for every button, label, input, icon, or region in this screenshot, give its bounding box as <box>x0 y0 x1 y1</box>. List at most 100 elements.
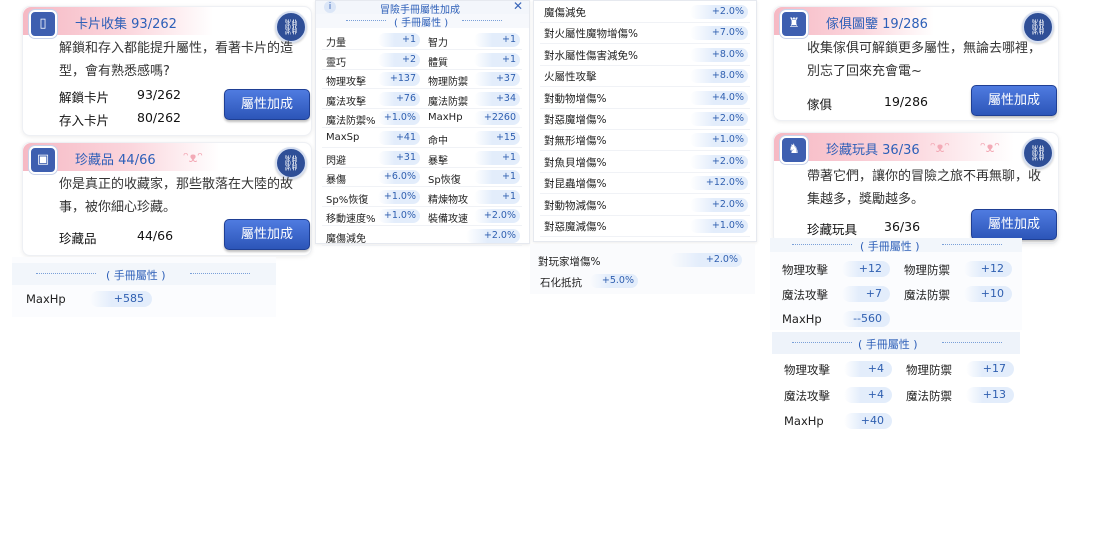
attr-label: Sp%恢復 <box>326 194 369 206</box>
attr-label: 對水屬性傷害減免% <box>544 49 638 62</box>
attr-value: +2 <box>378 52 420 67</box>
attr-value: +15 <box>474 131 520 145</box>
toys-desc: 帶著它們，讓你的冒險之旅不再無聊，收 集越多，獎勵越多。 <box>807 169 1042 207</box>
attr-label: MaxHp <box>784 414 824 428</box>
attr-value: +2.0% <box>474 209 520 224</box>
attr-value: +12.0% <box>690 176 748 191</box>
attr-value: +8.0% <box>690 47 748 62</box>
attr-value: +1.0% <box>690 219 748 233</box>
list-item: 對魚貝增傷% +2.0% <box>534 152 756 172</box>
damage-modifier-list: 魔傷減免 +2.0% 對火屬性魔物增傷% +7.0% 對水屬性傷害減免% +8.0% 火屬性… <box>533 0 757 242</box>
attr-value: +1.0% <box>378 111 420 126</box>
attr-value: +34 <box>474 91 520 106</box>
attr-value: +7 <box>842 286 890 302</box>
toys-title: 珍藏玩具 36/36 <box>826 143 920 158</box>
attr-label: 暴傷 <box>326 175 346 187</box>
attr-value: +4.0% <box>690 90 748 105</box>
list-item: 火屬性攻擊 +8.0% <box>534 66 756 86</box>
attr-row: Sp%恢復 +1.0% 精煉物攻 +1 <box>316 188 529 206</box>
list-item: 對動物增傷% +4.0% <box>534 88 756 108</box>
attr-label: 魔法攻擊 <box>326 96 366 108</box>
attr-value: +13 <box>966 387 1014 403</box>
close-icon[interactable]: ✕ <box>513 0 523 13</box>
list-item: 對玩家增傷% +2.0% <box>530 251 755 269</box>
attr-label: 體質 <box>428 57 448 69</box>
attr-label: 火屬性攻擊 <box>544 71 597 84</box>
furniture-card: ♜ 傢俱圖鑒 19/286 ⛓ 收集傢俱可解鎖更多屬性，無論去哪裡， 別忘了回來… <box>773 6 1059 121</box>
attribute-bonus-button[interactable]: 屬性加成 <box>971 85 1057 116</box>
attr-value: +1.0% <box>690 133 748 148</box>
attr-label: 魔法攻擊 <box>784 389 830 403</box>
attribute-bonus-button[interactable]: 屬性加成 <box>224 89 310 120</box>
attr-value: +137 <box>378 72 420 87</box>
left-attr-fragment: ( 手冊屬性 ) MaxHp +585 <box>12 257 276 317</box>
stat-value: 19/286 <box>884 94 928 109</box>
furniture-desc: 收集傢俱可解鎖更多屬性，無論去哪裡， 別忘了回來充會電~ <box>807 41 1042 79</box>
section-header: ( 手冊屬性 ) <box>772 332 1020 354</box>
attr-label: 對火屬性魔物增傷% <box>544 28 638 41</box>
attribute-bonus-button[interactable]: 屬性加成 <box>224 219 310 250</box>
attr-label: 魔法防禦 <box>904 288 950 302</box>
section-title: ( 手冊屬性 ) <box>106 269 166 282</box>
attr-label: 魔法防禦 <box>906 389 952 403</box>
attr-value: +10 <box>964 286 1012 302</box>
card-collection-desc: 解鎖和存入都能提升屬性，看著卡片的造 型，會有熟悉感嗎? <box>59 41 294 79</box>
paw-icon: ᵔᴥᵔ <box>980 140 1001 156</box>
attr-label: MaxHp <box>782 312 822 326</box>
attr-label: 魔傷減免 <box>544 7 586 19</box>
attr-value: +1 <box>474 33 520 47</box>
attr-label: 閃避 <box>326 155 346 167</box>
row-divider <box>322 245 522 246</box>
attr-label: 對惡魔增傷% <box>544 114 607 126</box>
attr-label: 力量 <box>326 38 346 49</box>
attr-value: +1 <box>474 189 520 204</box>
list-item: 對惡魔減傷% +1.0% <box>534 216 756 236</box>
attr-row: 閃避 +31 暴擊 +1 <box>316 149 529 167</box>
attr-value: +8.0% <box>690 69 748 84</box>
attr-value: +41 <box>378 131 420 145</box>
attr-label: 對魚貝增傷% <box>544 156 607 169</box>
info-icon[interactable]: i <box>324 1 336 13</box>
list-item: 對無形增傷% +1.0% <box>534 130 756 150</box>
attr-value: +1 <box>474 170 520 185</box>
attr-label: 智力 <box>428 38 448 49</box>
attr-label: 精煉物攻 <box>428 194 468 206</box>
list-item: 對惡魔增傷% +2.0% <box>534 109 756 129</box>
attr-value: +40 <box>844 413 892 429</box>
attr-label: 魔法防禦 <box>428 96 468 108</box>
paw-icon: ᵔᴥᵔ <box>930 140 951 156</box>
rocking-horse-icon: ♞ <box>780 136 808 164</box>
attr-value: +1 <box>474 52 520 67</box>
attr-value: +2260 <box>474 111 520 126</box>
attr-label: 對無形增傷% <box>544 135 607 148</box>
attr-row: 靈巧 +2 體質 +1 <box>316 51 529 69</box>
attr-label: 物理防禦 <box>904 263 950 277</box>
attr-row: 魔法攻擊 +76 魔法防禦 +34 <box>316 90 529 108</box>
attr-row: 力量 +1 智力 +1 <box>316 31 529 49</box>
attr-value: +2.0% <box>690 154 748 169</box>
stat-value: 44/66 <box>137 228 174 243</box>
card-collection-card: ▯ 卡片收集 93/262 ⛓ 解鎖和存入都能提升屬性，看著卡片的造 型，會有熟… <box>22 6 312 136</box>
list-item: 對水屬性傷害減免% +8.0% <box>534 45 756 65</box>
attr-label: 魔傷減免 <box>326 234 366 245</box>
attr-row: 移動速度% +1.0% 裝備攻速 +2.0% <box>316 207 529 225</box>
attr-value: +1 <box>474 150 520 165</box>
right-attr-section-1: ( 手冊屬性 ) 物理攻擊 +12 物理防禦 +12 魔法攻擊 +7 魔法防禦 +10 MaxH… <box>770 238 1022 330</box>
attr-label: 移動速度% <box>326 214 376 226</box>
stat-value: 93/262 <box>137 87 181 102</box>
attr-row: 魔法防禦% +1.0% MaxHp +2260 <box>316 109 529 127</box>
attribute-bonus-button[interactable]: 屬性加成 <box>971 209 1057 240</box>
section-header: ( 手冊屬性 ) <box>316 14 529 29</box>
attr-row: 魔傷減免 +2.0% <box>316 227 529 245</box>
attr-value: +2.0% <box>690 112 748 126</box>
treasure-title: 珍藏品 44/66 <box>75 153 156 168</box>
attr-label: Sp恢復 <box>428 175 461 187</box>
section-title: ( 手冊屬性 ) <box>858 338 918 351</box>
section-title: ( 手冊屬性 ) <box>394 18 449 29</box>
attr-value: +1.0% <box>378 209 420 224</box>
adventure-handbook-panel: i 冒險手冊屬性加成 ✕ ( 手冊屬性 ) 力量 +1 智力 +1 靈巧 +2 體質 +1 物理… <box>315 0 530 246</box>
list-item: 石化抵抗 +5.0% <box>530 272 755 290</box>
attr-row: 暴傷 +6.0% Sp恢復 +1 <box>316 168 529 186</box>
card-collection-title: 卡片收集 93/262 <box>75 17 177 32</box>
attr-value: +1.0% <box>378 189 420 204</box>
